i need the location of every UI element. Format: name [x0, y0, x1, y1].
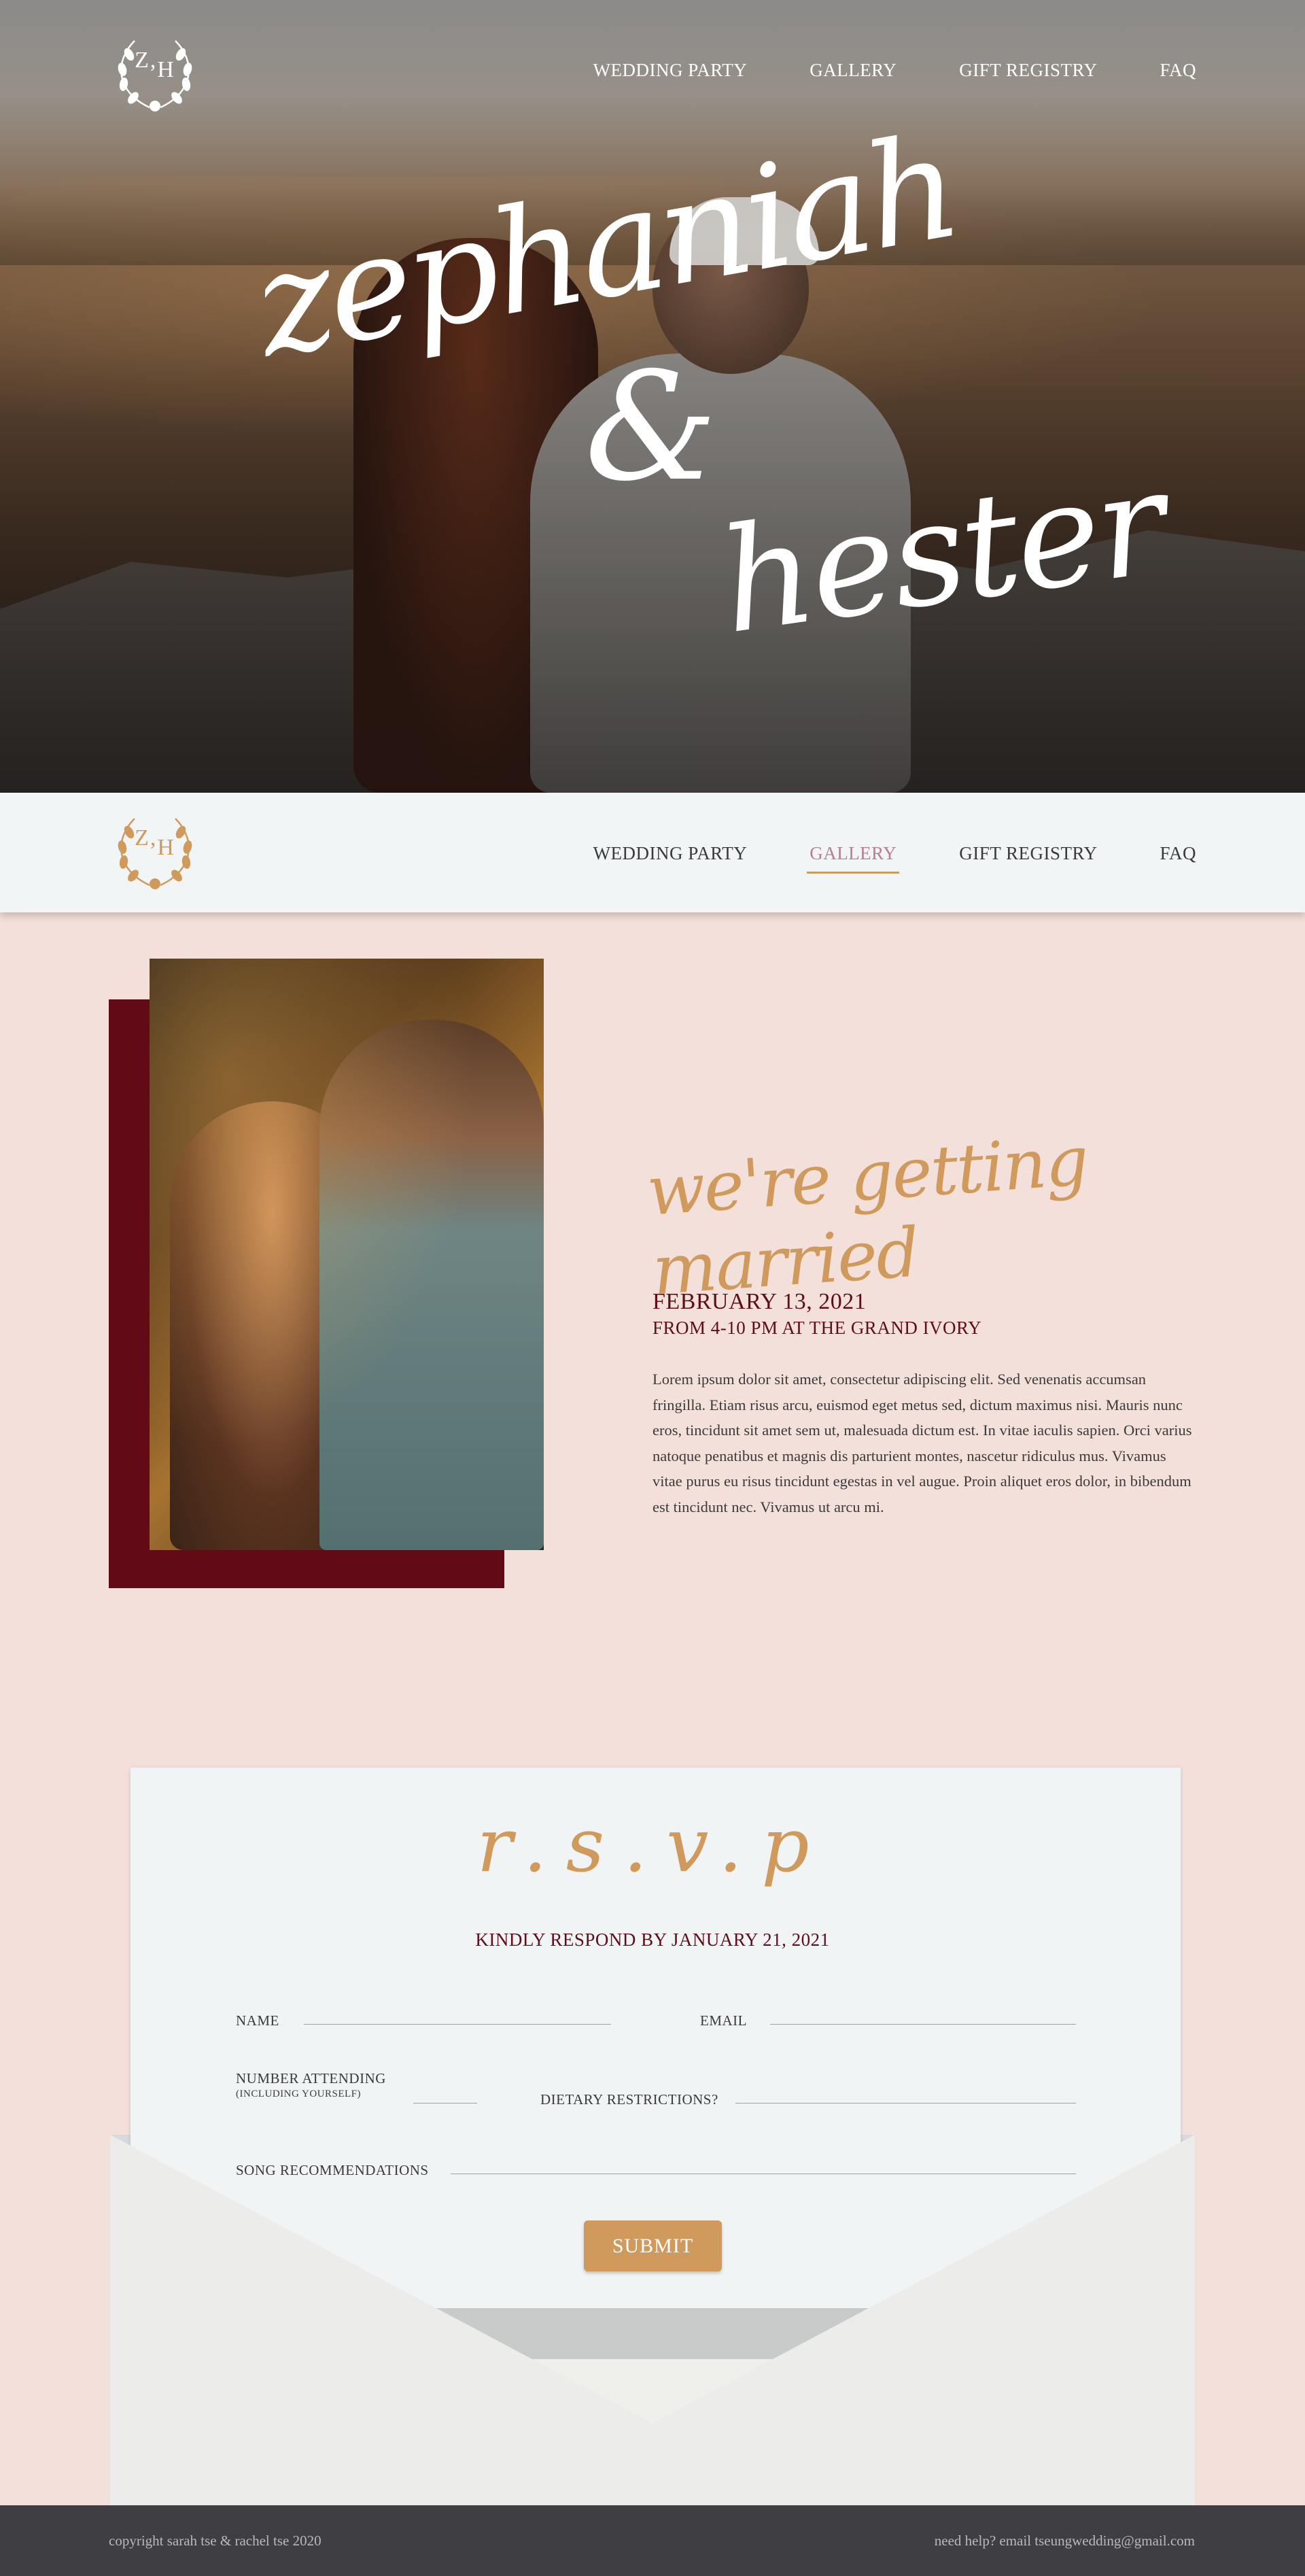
wedding-date: FEBRUARY 13, 2021: [652, 1289, 867, 1314]
logo-sticky[interactable]: Z,H: [107, 812, 203, 893]
name-label: NAME: [236, 2012, 279, 2029]
logo-monogram: Z,H: [135, 48, 175, 82]
number-attending-note: (INCLUDING YOURSELF): [236, 2089, 362, 2099]
wedding-venue: FROM 4-10 PM AT THE GRAND IVORY: [652, 1318, 982, 1338]
logo-monogram: Z,H: [135, 825, 175, 860]
number-attending-label: NUMBER ATTENDING (INCLUDING YOURSELF): [236, 2070, 386, 2099]
nav-gallery-active[interactable]: GALLERY: [807, 843, 900, 874]
nav-gift-registry[interactable]: GIFT REGISTRY: [959, 843, 1097, 874]
sticky-nav-links: WEDDING PARTY GALLERY GIFT REGISTRY FAQ: [531, 843, 1196, 874]
dietary-label: DIETARY RESTRICTIONS?: [540, 2091, 718, 2108]
songs-field[interactable]: [451, 2163, 1076, 2174]
rsvp-title: r.s.v.p: [476, 1802, 829, 1889]
nav-gallery[interactable]: GALLERY: [810, 60, 897, 90]
dietary-field[interactable]: [735, 2093, 1076, 2103]
sticky-nav: Z,H WEDDING PARTY GALLERY GIFT REGISTRY …: [0, 793, 1305, 912]
name-field[interactable]: [304, 2014, 611, 2025]
nav-wedding-party[interactable]: WEDDING PARTY: [593, 843, 748, 874]
logo[interactable]: Z,H: [107, 34, 203, 116]
hero-ampersand: &: [585, 340, 718, 514]
footer-copyright: copyright sarah tse & rachel tse 2020: [109, 2532, 321, 2549]
email-field[interactable]: [770, 2014, 1076, 2025]
footer-help-email[interactable]: need help? email tseungwedding@gmail.com: [935, 2532, 1195, 2549]
intro-body: Lorem ipsum dolor sit amet, consectetur …: [652, 1371, 1192, 1515]
nav-faq[interactable]: FAQ: [1160, 843, 1196, 874]
nav-faq[interactable]: FAQ: [1160, 60, 1196, 90]
laurel-icon: [118, 40, 192, 111]
songs-label: SONG RECOMMENDATIONS: [236, 2162, 429, 2178]
hero-nav: Z,H WEDDING PARTY GALLERY GIFT REGISTRY …: [0, 0, 1305, 116]
hero-section: zephaniah & hester: [0, 0, 1305, 793]
nav-wedding-party[interactable]: WEDDING PARTY: [593, 60, 748, 90]
email-label: EMAIL: [700, 2012, 747, 2029]
intro-heading: we're getting married: [644, 1120, 1090, 1311]
footer: copyright sarah tse & rachel tse 2020 ne…: [0, 2505, 1305, 2576]
hero-nav-links: WEDDING PARTY GALLERY GIFT REGISTRY FAQ: [531, 60, 1196, 90]
laurel-icon: [118, 818, 192, 889]
number-attending-field[interactable]: [413, 2093, 477, 2103]
couple-photo: [150, 959, 544, 1550]
submit-button[interactable]: SUBMIT: [584, 2220, 722, 2271]
rsvp-deadline: KINDLY RESPOND BY JANUARY 21, 2021: [475, 1929, 830, 1950]
nav-gift-registry[interactable]: GIFT REGISTRY: [959, 60, 1097, 90]
